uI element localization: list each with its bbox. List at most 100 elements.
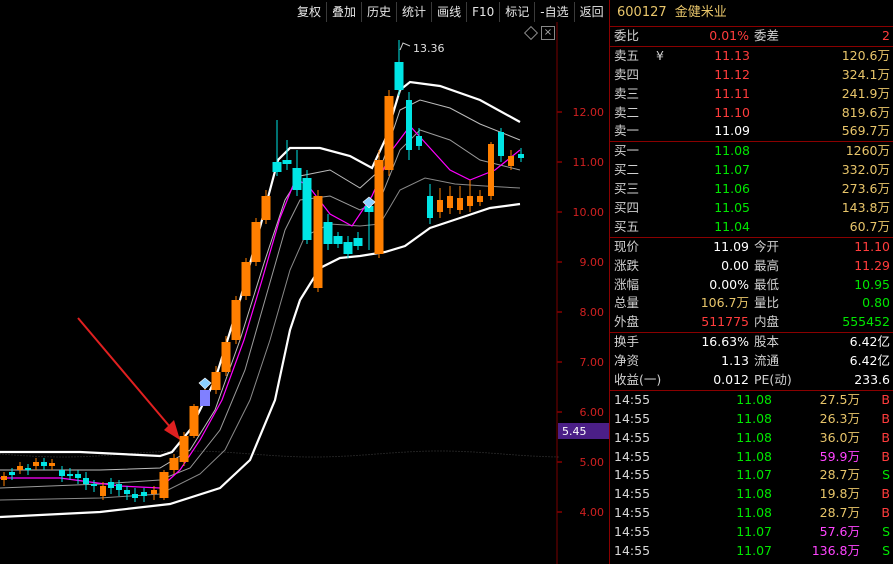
quote-panel: 600127 金健米业 委比 0.01% 委差 2 卖五 ¥11.13 120.6万… xyxy=(609,0,893,564)
candle-body xyxy=(75,474,81,478)
bg-dot xyxy=(338,455,340,457)
bg-dot xyxy=(287,455,289,457)
ask-row[interactable]: 卖四 11.12 324.1万 xyxy=(610,66,893,85)
bg-dot xyxy=(299,456,301,458)
tick-row: 14:55 11.08 28.7万 B xyxy=(610,504,893,523)
diamond-signal-icon xyxy=(198,377,212,390)
tick-side: B xyxy=(881,505,890,521)
bg-dot xyxy=(17,454,19,456)
bg-dot xyxy=(545,456,547,458)
bg-dot xyxy=(311,456,313,458)
bg-dot xyxy=(347,455,349,457)
bid-row[interactable]: 买二 11.07 332.0万 xyxy=(610,161,893,180)
ratio-row: 委比 0.01% 委差 2 xyxy=(610,27,893,46)
bg-dot xyxy=(86,455,88,457)
bg-dot xyxy=(146,451,148,453)
tick-time: 14:55 xyxy=(614,448,651,464)
ask-row[interactable]: 卖二 11.10 819.6万 xyxy=(610,104,893,123)
ask-label: 卖三 xyxy=(614,85,640,101)
candle-body xyxy=(251,222,261,262)
stat-value: 1.13 xyxy=(721,353,749,369)
candle-body xyxy=(132,494,138,498)
bg-dot xyxy=(362,454,364,456)
bg-dot xyxy=(143,452,145,454)
bg-dot xyxy=(368,454,370,456)
bg-dot xyxy=(455,450,457,452)
bg-dot xyxy=(518,454,520,456)
y-tick-label: 9.00 xyxy=(580,256,605,269)
bg-dot xyxy=(410,451,412,453)
bid-row[interactable]: 买三 11.06 273.6万 xyxy=(610,180,893,199)
bg-dot xyxy=(272,455,274,457)
tick-row: 14:55 11.07 57.6万 S xyxy=(610,523,893,542)
tick-time: 14:55 xyxy=(614,429,651,445)
bg-dot xyxy=(92,455,94,457)
bg-dot xyxy=(554,456,556,458)
bg-dot xyxy=(305,456,307,458)
bg-dot xyxy=(38,455,40,457)
bg-dot xyxy=(95,455,97,457)
candle-body xyxy=(124,490,130,494)
kline-chart-area[interactable]: 复权 叠加 历史 统计 画线 F10 标记 -自选 返回 × 12.00 11.0… xyxy=(0,0,609,564)
bg-dot xyxy=(446,450,448,452)
bid-row[interactable]: 买五 11.04 60.7万 xyxy=(610,218,893,237)
bg-dot xyxy=(374,453,376,455)
candle-body xyxy=(116,484,122,490)
bg-dot xyxy=(488,452,490,454)
diff-label: 委差 xyxy=(754,28,780,43)
bg-dot xyxy=(140,452,142,454)
stat-row: 收益(一) 0.012 PE(动) 233.6 xyxy=(610,371,893,390)
bg-dot xyxy=(65,456,67,458)
bg-dot xyxy=(35,455,37,457)
bg-dot xyxy=(164,451,166,453)
ask-volume: 324.1万 xyxy=(841,66,890,82)
y-tick-label: 12.00 xyxy=(573,106,605,119)
candle-body xyxy=(67,474,73,476)
bg-dot xyxy=(335,456,337,458)
stat-label: 量比 xyxy=(754,295,780,311)
tick-price: 11.08 xyxy=(736,448,772,464)
tick-volume: 36.0万 xyxy=(819,429,860,445)
bg-dot xyxy=(392,452,394,454)
bid-row[interactable]: 买四 11.05 143.8万 xyxy=(610,199,893,218)
tick-volume: 59.9万 xyxy=(819,448,860,464)
ask-row[interactable]: 卖五 ¥11.13 120.6万 xyxy=(610,47,893,66)
candle-body xyxy=(9,472,15,475)
bg-dot xyxy=(512,454,514,456)
tick-time: 14:55 xyxy=(614,391,651,407)
bid-row[interactable]: 买一 11.08 1260万 xyxy=(610,142,893,161)
ratio-label: 委比 xyxy=(614,28,640,43)
tick-price: 11.08 xyxy=(736,429,772,445)
bg-dot xyxy=(206,450,208,452)
bg-dot xyxy=(425,450,427,452)
bg-dot xyxy=(155,451,157,453)
bg-dot xyxy=(461,450,463,452)
tick-price: 11.08 xyxy=(736,410,772,426)
ask-row[interactable]: 卖一 11.09 569.7万 xyxy=(610,122,893,141)
ask-row[interactable]: 卖三 11.11 241.9万 xyxy=(610,85,893,104)
bid-volume: 1260万 xyxy=(845,143,890,159)
candle-body xyxy=(59,470,65,476)
bg-dot xyxy=(356,454,358,456)
stat-label: 现价 xyxy=(614,238,640,254)
bg-dot xyxy=(2,453,4,455)
bg-dot xyxy=(329,456,331,458)
bg-dot xyxy=(296,456,298,458)
bg-dot xyxy=(161,451,163,453)
y-tick-label: 8.00 xyxy=(580,306,605,319)
tick-volume: 136.8万 xyxy=(811,543,860,559)
bg-dot xyxy=(62,456,64,458)
bg-dot xyxy=(278,455,280,457)
fundamental-stats: 换手 16.63% 股本 6.42亿 净资 1.13 流通 6.42亿 收益(一) 0.012 PE… xyxy=(610,333,893,390)
bg-dot xyxy=(437,450,439,452)
bid-label: 买四 xyxy=(614,200,640,216)
bg-dot xyxy=(557,456,559,458)
stat-value: 0.00 xyxy=(721,257,749,273)
stat-value: 555452 xyxy=(842,314,890,330)
candle-body xyxy=(343,242,353,254)
bg-dot xyxy=(500,453,502,455)
bg-dot xyxy=(524,455,526,457)
stat-label: PE(动) xyxy=(754,372,792,388)
bg-dot xyxy=(440,450,442,452)
candle-body xyxy=(211,372,221,390)
